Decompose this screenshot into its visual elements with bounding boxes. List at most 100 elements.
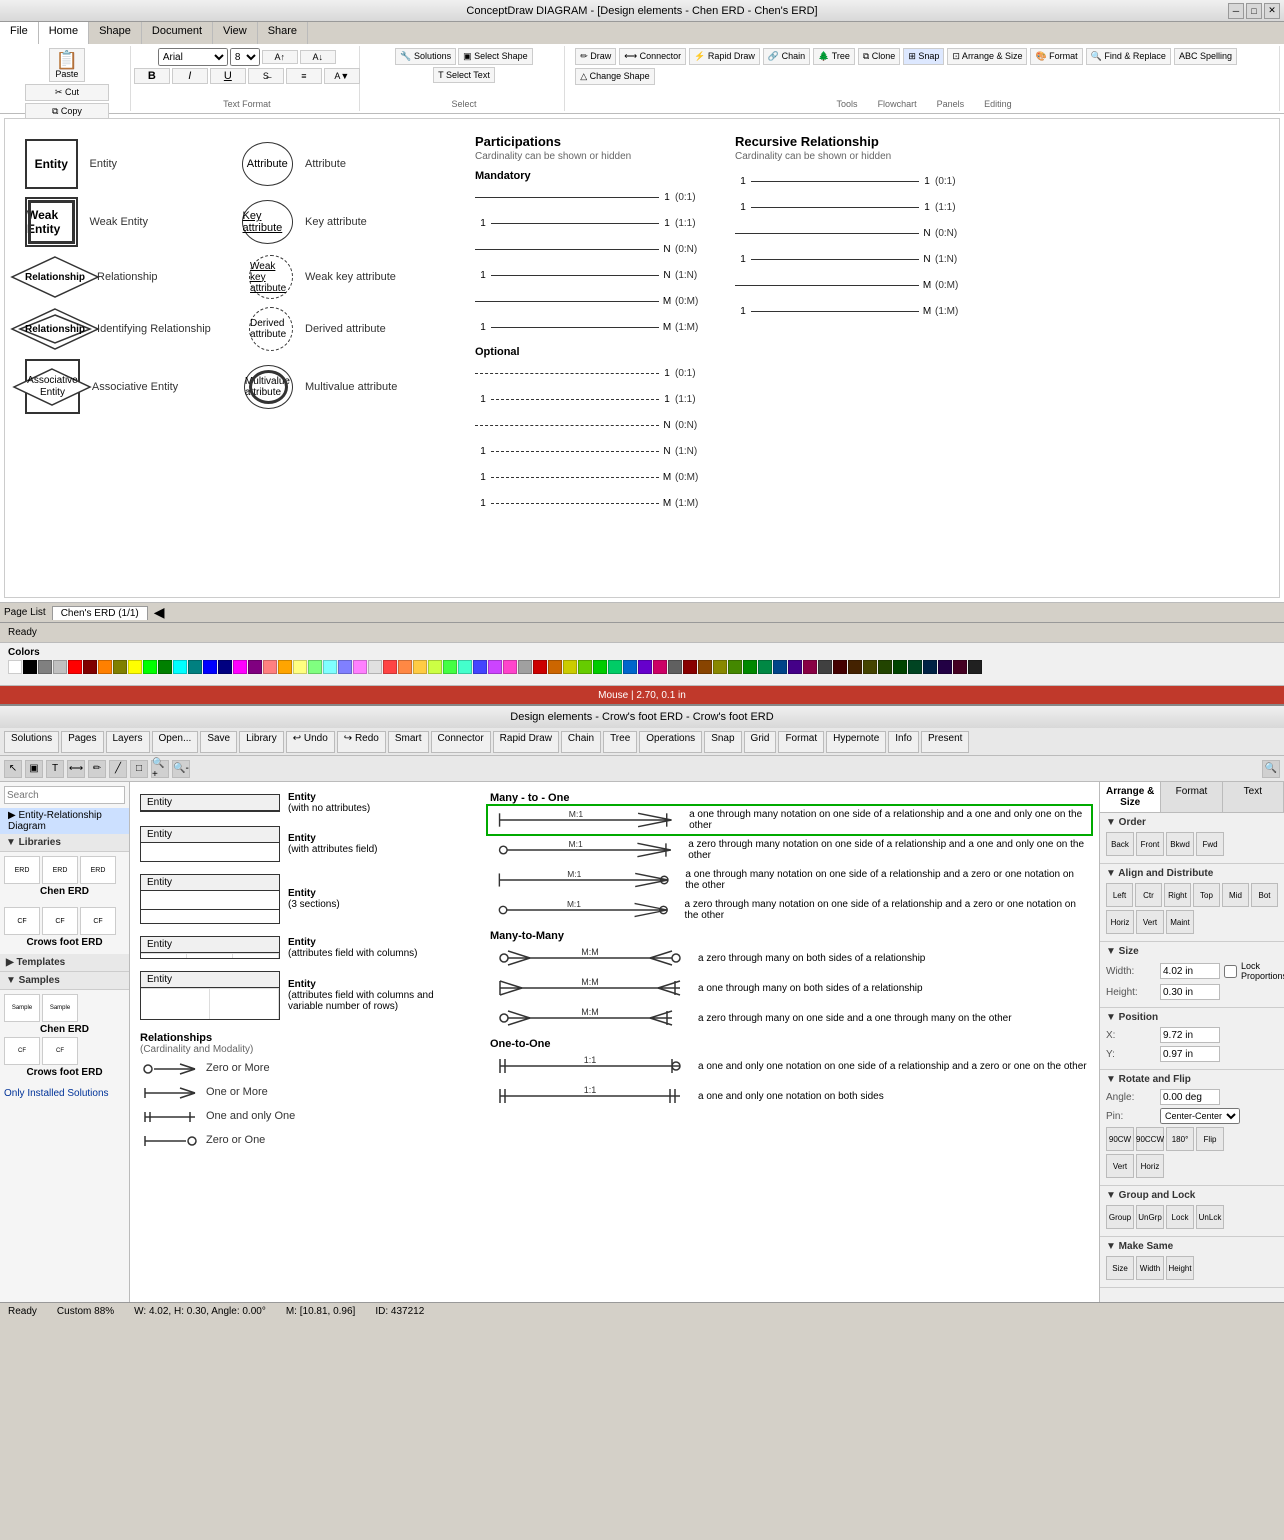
one-or-more-icon[interactable]	[140, 1083, 200, 1103]
snap-btn[interactable]: ⊞ Snap	[903, 48, 944, 65]
pages-btn[interactable]: Pages	[61, 731, 103, 753]
color-navy[interactable]	[218, 660, 232, 674]
color-orange[interactable]	[98, 660, 112, 674]
select-tool[interactable]: ▣	[25, 760, 43, 778]
hypernote-btn[interactable]: Hypernote	[826, 731, 886, 753]
bold-btn[interactable]: B	[134, 68, 170, 84]
minimize-btn[interactable]: ─	[1228, 3, 1244, 19]
weak-entity-shape[interactable]: Weak Entity	[25, 197, 78, 247]
m1-row-4[interactable]: M:1 a zero through many notation on one …	[490, 898, 1089, 922]
zoom-in-btn[interactable]: 🔍+	[151, 760, 169, 778]
oto-row-2[interactable]: 1:1 a one and only one notation on both …	[490, 1084, 1089, 1108]
color-near-black-purple[interactable]	[938, 660, 952, 674]
tab-file[interactable]: File	[0, 22, 39, 44]
draw-tools-btn[interactable]: ✏ Draw	[575, 48, 616, 65]
weak-key-attribute-shape[interactable]: Weak key attribute	[249, 255, 293, 299]
color-darkest-red[interactable]	[683, 660, 697, 674]
smart-btn[interactable]: Smart	[388, 731, 429, 753]
color-white[interactable]	[8, 660, 22, 674]
m1-row-2[interactable]: M:1 a zero through many notation on one …	[490, 838, 1089, 862]
font-select[interactable]: Arial	[158, 48, 228, 66]
clone-btn[interactable]: ⧉ Clone	[858, 48, 900, 65]
color-dark-yellow[interactable]	[563, 660, 577, 674]
font-size-select[interactable]: 8	[230, 48, 260, 66]
sample-thumb-4[interactable]: CF	[42, 1037, 78, 1065]
color-green2[interactable]	[443, 660, 457, 674]
rp-tab-text[interactable]: Text	[1223, 782, 1284, 812]
color-dark-green[interactable]	[593, 660, 607, 674]
pointer-tool[interactable]: ↖	[4, 760, 22, 778]
tab-document[interactable]: Document	[142, 22, 213, 44]
color-blue2[interactable]	[473, 660, 487, 674]
derived-attribute-shape[interactable]: Derived attribute	[249, 307, 293, 351]
color-med-gray[interactable]	[518, 660, 532, 674]
entity-3section-shape[interactable]: Entity	[140, 874, 280, 924]
color-dark-yg[interactable]	[728, 660, 742, 674]
color-near-black-g[interactable]	[878, 660, 892, 674]
color-lime[interactable]	[143, 660, 157, 674]
redo-btn[interactable]: ↪ Redo	[337, 731, 386, 753]
format-btn2[interactable]: Format	[778, 731, 824, 753]
color-yellow2[interactable]	[413, 660, 427, 674]
same-height-btn[interactable]: Height	[1166, 1256, 1194, 1280]
undo-btn[interactable]: ↩ Undo	[286, 731, 335, 753]
solutions-btn2[interactable]: Solutions	[4, 731, 59, 753]
color-near-black-red[interactable]	[833, 660, 847, 674]
line-tool[interactable]: ╱	[109, 760, 127, 778]
connector-btn2[interactable]: Connector	[431, 731, 491, 753]
flip-btn[interactable]: Flip	[1196, 1127, 1224, 1151]
pin-select[interactable]: Center-Center	[1160, 1108, 1240, 1124]
color-dark-blue2[interactable]	[773, 660, 787, 674]
color-near-black-green[interactable]	[893, 660, 907, 674]
color-yellow[interactable]	[128, 660, 142, 674]
align-bottom-btn[interactable]: Bot	[1251, 883, 1278, 907]
tab-view[interactable]: View	[213, 22, 258, 44]
strikethrough-btn[interactable]: S̶	[248, 68, 284, 84]
color-pink[interactable]	[503, 660, 517, 674]
color-yellow-green2[interactable]	[578, 660, 592, 674]
horizontal-flip-btn[interactable]: Horiz	[1136, 1154, 1164, 1178]
tab-share[interactable]: Share	[258, 22, 308, 44]
change-shape-btn[interactable]: △ Change Shape	[575, 68, 654, 85]
color-darkest-brown[interactable]	[698, 660, 712, 674]
color-light-green[interactable]	[308, 660, 322, 674]
font-increase-btn[interactable]: A↑	[262, 50, 298, 64]
grid-btn[interactable]: Grid	[744, 731, 777, 753]
font-decrease-btn[interactable]: A↓	[300, 50, 336, 64]
group-btn[interactable]: Group	[1106, 1205, 1134, 1229]
color-cyan2[interactable]	[458, 660, 472, 674]
color-teal[interactable]	[188, 660, 202, 674]
chen-thumb-3[interactable]: ERD	[80, 856, 116, 884]
solutions-btn[interactable]: 🔧 Solutions	[395, 48, 456, 65]
angle-input[interactable]	[1160, 1089, 1220, 1105]
color-brown[interactable]	[548, 660, 562, 674]
color-black[interactable]	[23, 660, 37, 674]
italic-btn[interactable]: I	[172, 68, 208, 84]
chain-btn[interactable]: 🔗 Chain	[763, 48, 810, 65]
spelling-btn[interactable]: ABC Spelling	[1174, 48, 1237, 65]
format-btn[interactable]: 🎨 Format	[1030, 48, 1082, 65]
present-btn[interactable]: Present	[921, 731, 969, 753]
pencil-tool[interactable]: ✏	[88, 760, 106, 778]
chen-thumb-1[interactable]: ERD	[4, 856, 40, 884]
open-btn[interactable]: Open...	[152, 731, 199, 753]
color-near-black-olive[interactable]	[863, 660, 877, 674]
color-near-black-navy[interactable]	[923, 660, 937, 674]
lock-proportions-checkbox[interactable]	[1224, 965, 1237, 978]
color-near-black-mag[interactable]	[953, 660, 967, 674]
arrange-size-btn[interactable]: ⊡ Arrange & Size	[947, 48, 1027, 65]
underline-btn[interactable]: U	[210, 68, 246, 84]
zero-or-one-icon[interactable]	[140, 1131, 200, 1151]
color-yellow-green[interactable]	[428, 660, 442, 674]
library-btn[interactable]: Library	[239, 731, 284, 753]
align-middle-btn[interactable]: Mid	[1222, 883, 1249, 907]
maintain-btn[interactable]: Maint	[1166, 910, 1194, 934]
cut-btn[interactable]: ✂ Cut	[25, 84, 108, 101]
mm-row-1[interactable]: M:M a zero through many on both sides of…	[490, 946, 1089, 970]
chens-erd-tab[interactable]: Chen's ERD (1/1)	[52, 606, 148, 620]
attribute-shape[interactable]: Attribute	[242, 142, 294, 186]
align-top-btn[interactable]: Top	[1193, 883, 1220, 907]
sample-thumb-3[interactable]: CF	[4, 1037, 40, 1065]
cf-thumb-3[interactable]: CF	[80, 907, 116, 935]
color-dark-red[interactable]	[533, 660, 547, 674]
